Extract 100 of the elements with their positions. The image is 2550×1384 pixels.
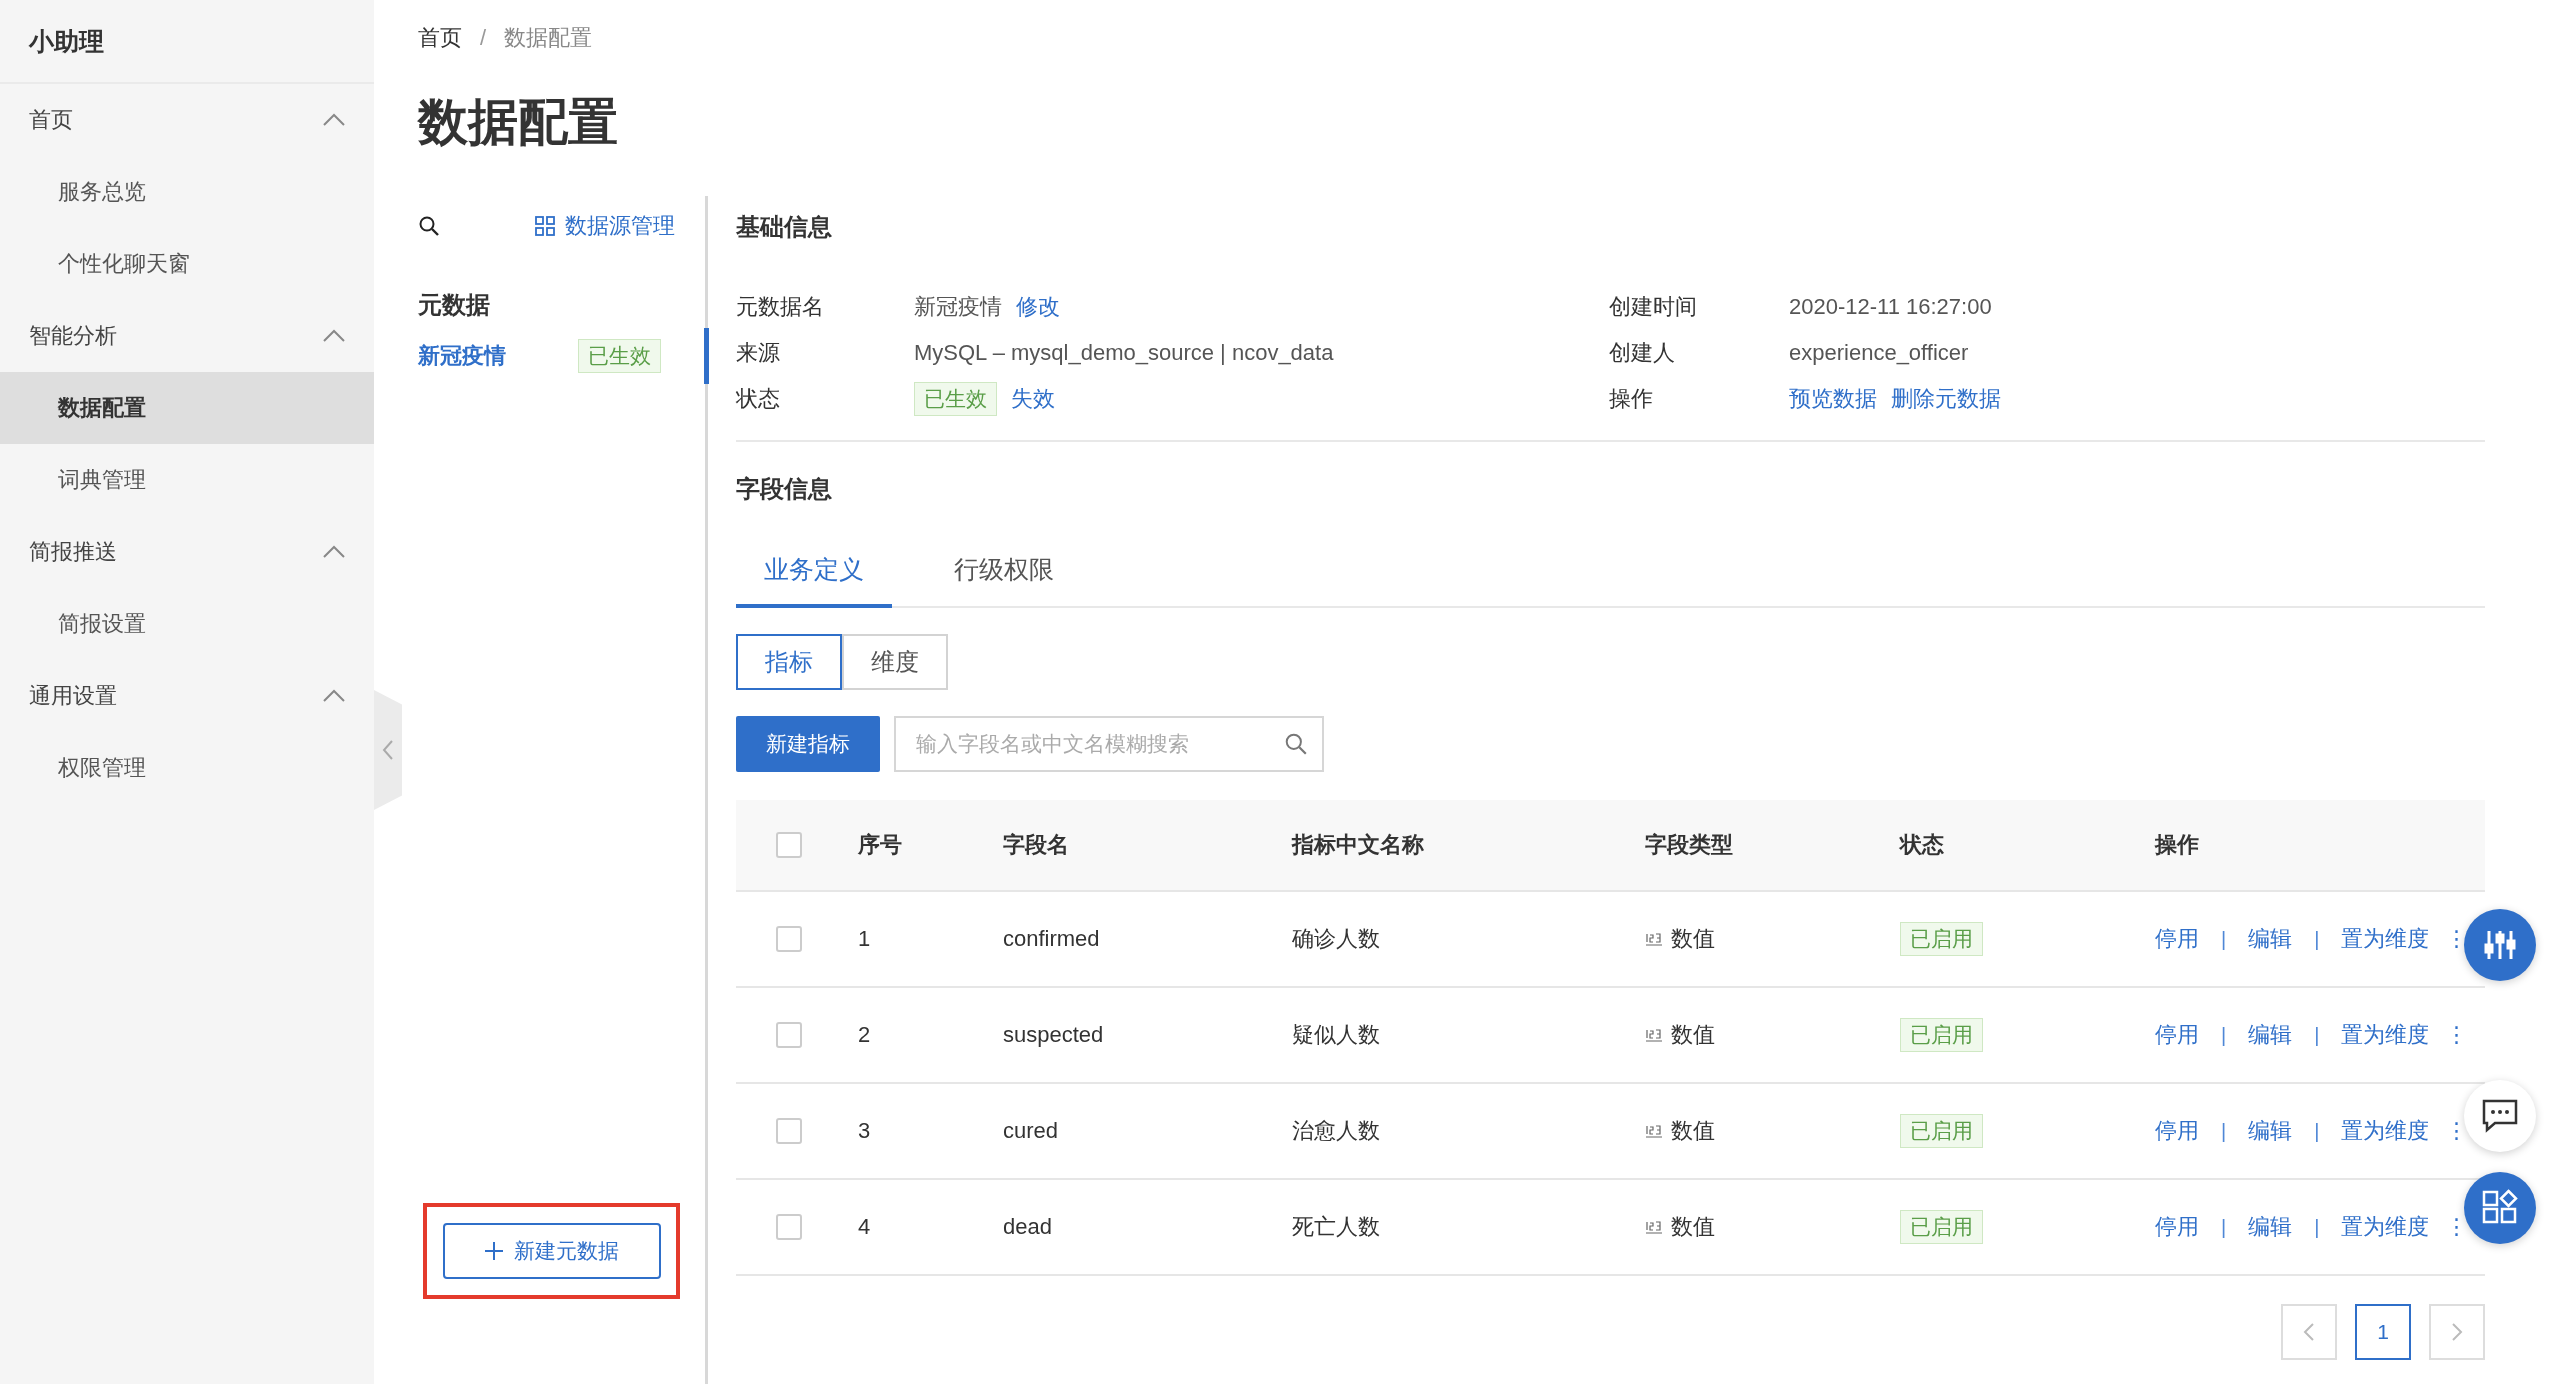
column-header: 序号 [858,831,903,859]
page-title: 数据配置 [418,93,619,152]
tab[interactable]: 业务定义 [736,534,892,608]
more-button[interactable]: ⋮ [2445,1214,2468,1240]
action-link[interactable]: 预览数据 [1789,384,1877,414]
table-cell-text: 死亡人数 [1292,1213,1381,1241]
menu-group[interactable]: 智能分析 [0,300,374,372]
menu-group[interactable]: 通用设置 [0,660,374,732]
breadcrumb-separator: / [480,25,487,51]
link-separator: | [2313,1119,2321,1143]
number-type-icon [1645,1027,1663,1043]
table-cell-text: 数值 [1671,925,1715,953]
table-cell-text: suspected [1003,1022,1105,1048]
status-tag: 已启用 [1900,1018,1983,1052]
link-separator: | [2220,927,2228,951]
status-tag: 已生效 [578,339,661,373]
field-value: MySQL – mysql_demo_source | ncov_data [914,340,1334,366]
menu-group[interactable]: 简报推送 [0,516,374,588]
action-link[interactable]: 编辑 [2248,1020,2293,1050]
menu-group[interactable]: 首页 [0,84,374,156]
menu-item[interactable]: 数据配置 [0,372,374,444]
action-link[interactable]: 失效 [1011,384,1055,414]
app-brand: 小助理 [0,0,374,84]
chevron-right-icon [2451,1322,2463,1342]
section-title: 基础信息 [736,212,833,242]
number-type-icon [1645,1219,1663,1235]
field-label: 创建时间 [1609,293,1698,321]
chevron-up-icon [322,689,346,703]
chevron-up-icon [322,545,346,559]
table-cell-text: 3 [858,1118,872,1144]
link-separator: | [2313,927,2321,951]
metadata-item[interactable]: 新冠疫情 [418,341,506,371]
datasource-link[interactable]: 数据源管理 [535,211,675,241]
segment-button[interactable]: 指标 [736,634,842,690]
menu-item[interactable]: 个性化聊天窗 [0,228,374,300]
table-cell-text: cured [1003,1118,1060,1144]
action-link[interactable]: 置为维度 [2341,1116,2430,1146]
chevron-up-icon [322,113,346,127]
action-link[interactable]: 编辑 [2248,1212,2293,1242]
link-separator: | [2220,1215,2228,1239]
field-label: 元数据名 [736,293,825,321]
action-link[interactable]: 停用 [2155,1116,2199,1146]
breadcrumb-link[interactable]: 首页 [418,23,462,53]
status-tag: 已生效 [914,382,997,416]
menu-item[interactable]: 简报设置 [0,588,374,660]
table-cell-text: 数值 [1671,1117,1715,1145]
chevron-left-icon [2303,1322,2315,1342]
field-label: 状态 [736,385,781,413]
link-separator: | [2220,1023,2228,1047]
action-link[interactable]: 删除元数据 [1891,384,2001,414]
action-link[interactable]: 停用 [2155,1020,2199,1050]
segment-button[interactable]: 维度 [842,634,948,690]
checkbox[interactable] [776,1118,802,1144]
status-tag: 已启用 [1900,1210,1983,1244]
action-link[interactable]: 修改 [1016,292,1060,322]
action-link[interactable]: 编辑 [2248,1116,2293,1146]
more-button[interactable]: ⋮ [2445,1022,2468,1048]
menu-item[interactable]: 服务总览 [0,156,374,228]
column-header: 操作 [2155,831,2200,859]
checkbox[interactable] [776,926,802,952]
more-button[interactable]: ⋮ [2445,926,2468,952]
new-metadata-button[interactable]: 新建元数据 [442,1223,661,1279]
field-value: 2020-12-11 16:27:00 [1789,294,1992,320]
menu-item[interactable]: 词典管理 [0,444,374,516]
field-label: 来源 [736,339,781,367]
table-cell-text: 确诊人数 [1292,925,1381,953]
checkbox[interactable] [776,1022,802,1048]
field-label: 操作 [1609,385,1654,413]
apps-icon[interactable] [2464,1172,2536,1244]
page-button[interactable]: 1 [2355,1304,2411,1360]
action-link[interactable]: 停用 [2155,1212,2199,1242]
action-link[interactable]: 置为维度 [2341,924,2430,954]
action-link[interactable]: 停用 [2155,924,2199,954]
chat-icon[interactable] [2464,1080,2536,1152]
new-metric-button[interactable]: 新建指标 [736,716,880,772]
checkbox[interactable] [776,1214,802,1240]
sliders-icon[interactable] [2464,909,2536,981]
table-cell-text: 数值 [1671,1213,1715,1241]
status-tag: 已启用 [1900,922,1983,956]
section-title: 字段信息 [736,474,833,504]
tab[interactable]: 行级权限 [926,534,1082,608]
column-header: 字段名 [1003,831,1070,859]
search-field[interactable]: 输入字段名或中文名模糊搜索 [894,716,1324,772]
checkbox[interactable] [776,832,802,858]
column-header: 字段类型 [1645,831,1734,859]
next-page-button[interactable] [2429,1304,2485,1360]
more-button[interactable]: ⋮ [2445,1118,2468,1144]
breadcrumb-current: 数据配置 [504,24,593,52]
table-cell-text: 数值 [1671,1021,1715,1049]
table-cell-text: 2 [858,1022,872,1048]
menu-item[interactable]: 权限管理 [0,732,374,804]
number-type-icon [1645,1123,1663,1139]
link-separator: | [2313,1023,2321,1047]
previous-page-button[interactable] [2281,1304,2337,1360]
plus-icon [484,1241,504,1261]
action-link[interactable]: 编辑 [2248,924,2293,954]
link-separator: | [2313,1215,2321,1239]
action-link[interactable]: 置为维度 [2341,1020,2430,1050]
action-link[interactable]: 置为维度 [2341,1212,2430,1242]
search-icon[interactable] [418,215,440,237]
